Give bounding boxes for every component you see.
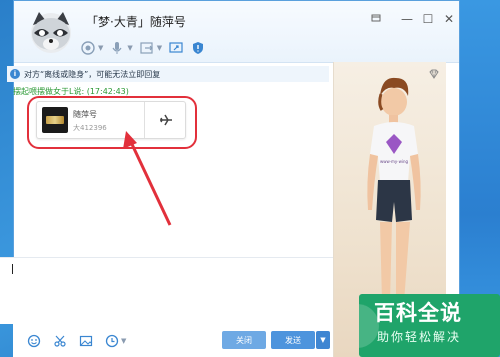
watermark-subtitle: 助你轻松解决 (377, 330, 462, 344)
theme-icon[interactable] (368, 12, 384, 27)
close-button[interactable]: ✕ (441, 12, 457, 26)
remote-desktop-icon (169, 42, 183, 53)
transfer-icon (140, 42, 153, 54)
scissors-icon[interactable] (53, 334, 67, 348)
window-title: 「梦·大青」随萍号 (86, 15, 186, 29)
text-cursor (12, 264, 13, 274)
title-bar: 「梦·大青」随萍号 — ☐ ✕ ▼ ▼ ▼ (14, 1, 459, 63)
microphone-icon (112, 42, 122, 54)
send-options-dropdown[interactable]: ▼ (316, 331, 330, 349)
annotation-highlight-box (27, 96, 197, 149)
diamond-icon[interactable] (428, 68, 440, 80)
watermark-title: 百科全说 (374, 301, 462, 325)
history-button[interactable]: ▼ (105, 334, 126, 348)
toolbar: ▼ ▼ ▼ (80, 39, 206, 57)
send-button[interactable]: 发送 (271, 331, 315, 349)
emoji-icon[interactable] (27, 334, 41, 348)
camera-icon (81, 41, 95, 55)
svg-text:www·my·wing: www·my·wing (380, 159, 409, 164)
close-chat-button[interactable]: 关闭 (222, 331, 266, 349)
maximize-button[interactable]: ☐ (420, 12, 436, 26)
remote-desktop-button[interactable] (168, 39, 184, 57)
security-button[interactable] (190, 39, 206, 57)
offline-notice: i 对方“离线或隐身”，可能无法立即回复 (7, 66, 329, 82)
clock-icon (105, 334, 119, 347)
voice-call-button[interactable]: ▼ (109, 39, 133, 57)
info-icon: i (10, 69, 20, 79)
minimize-button[interactable]: — (399, 12, 415, 26)
security-icon (193, 42, 204, 54)
offline-notice-text: 对方“离线或隐身”，可能无法立即回复 (24, 69, 161, 79)
video-call-button[interactable]: ▼ (80, 39, 103, 57)
message-input[interactable] (0, 258, 333, 324)
image-icon[interactable] (79, 334, 93, 348)
file-transfer-button[interactable]: ▼ (139, 39, 162, 57)
raccoon-avatar[interactable] (28, 9, 74, 55)
site-watermark: 百科全说 助你轻松解决 (359, 294, 500, 357)
